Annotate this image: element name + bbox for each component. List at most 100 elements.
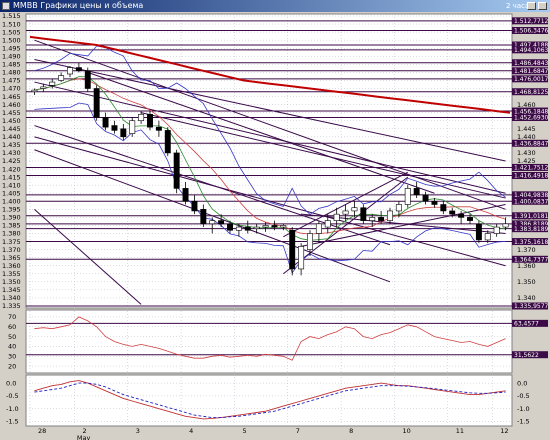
price-tick-label: 1.420 xyxy=(2,165,21,173)
rsi-tick-label: 70 xyxy=(8,313,16,321)
price-tick-label: 1.460 xyxy=(2,101,21,109)
price-tick-label: 1.350 xyxy=(2,278,21,286)
price-tick-label: 1.480 xyxy=(2,69,21,77)
candle-body xyxy=(395,204,402,212)
level-tag: 1.494,1063 xyxy=(514,47,549,54)
candle-body xyxy=(467,217,473,221)
level-tag: 1.400,0837 xyxy=(514,198,549,205)
level-tag: 1.512,7712 xyxy=(514,18,549,25)
candle-body xyxy=(218,220,225,225)
candle-body xyxy=(307,233,313,250)
price-tick-label: 1.475 xyxy=(2,77,21,85)
candle-body xyxy=(200,209,207,225)
candle-body xyxy=(404,188,411,205)
price-tick-label: 1.425 xyxy=(2,157,21,165)
macd-right-tick-label: -1.5 xyxy=(517,418,530,426)
month-label: May xyxy=(77,434,91,440)
candle-body xyxy=(449,210,456,215)
macd-panel[interactable] xyxy=(25,374,513,427)
level-tag: 1.335,9577 xyxy=(514,303,549,310)
chart-window: MMBB Графики цены и объема 2 часа 1.515 1… xyxy=(0,0,550,440)
candle-body xyxy=(298,246,305,270)
level-tag: 1.452,6930 xyxy=(514,115,549,122)
price-tick-label: 1.495 xyxy=(2,44,21,52)
rsi-tick-label: 60 xyxy=(8,323,16,331)
x-tick-label: 7 xyxy=(296,427,300,435)
price-tick-label: 1.390 xyxy=(2,214,21,222)
price-tick-label: 1.505 xyxy=(2,28,21,36)
candle-body xyxy=(235,226,242,231)
rsi-panel[interactable] xyxy=(25,309,513,374)
price-tick-label: 1.440 xyxy=(2,133,21,141)
macd-right-tick-label: 0.0 xyxy=(517,379,527,387)
x-tick-label: 10 xyxy=(402,427,410,435)
candle-body xyxy=(387,210,393,221)
level-tag: 1.375,1618 xyxy=(514,239,549,246)
candle-body xyxy=(58,75,65,81)
x-tick-label: 8 xyxy=(349,427,353,435)
rsi-tick-label: 40 xyxy=(8,343,16,351)
minimize-icon[interactable] xyxy=(527,2,536,10)
price-tick-label: 1.485 xyxy=(2,61,21,69)
candle-body xyxy=(315,223,322,234)
rsi-tick-label: 50 xyxy=(8,333,16,341)
candle-body xyxy=(458,213,465,218)
candle-body xyxy=(49,81,56,86)
price-right-tick-label: 1.350 xyxy=(517,278,536,286)
candle-body xyxy=(342,210,349,215)
candle-body xyxy=(209,220,216,225)
candle-body xyxy=(182,188,189,202)
timeframe-label[interactable]: 2 часа xyxy=(506,0,529,12)
candle-body xyxy=(262,225,269,228)
macd-tick-label: -1.0 xyxy=(6,405,19,413)
candle-body xyxy=(164,130,171,154)
price-tick-label: 1.345 xyxy=(2,286,21,294)
candle-body xyxy=(360,207,367,221)
candle-body xyxy=(129,120,136,134)
price-right-tick-label: 1.370 xyxy=(517,246,536,254)
candle-body xyxy=(324,220,331,228)
level-tag: 1.468,8125 xyxy=(514,89,549,96)
price-right-tick-label: 1.340 xyxy=(517,294,536,302)
price-tick-label: 1.340 xyxy=(2,294,21,302)
candle-body xyxy=(40,86,47,89)
candle-body xyxy=(271,225,278,228)
window-title: MMBB Графики цены и объема xyxy=(13,1,144,10)
level-tag: 1.476,0017 xyxy=(514,76,549,83)
macd-right-tick-label: -0.5 xyxy=(517,392,530,400)
price-tick-label: 1.445 xyxy=(2,125,21,133)
candle-body xyxy=(147,113,153,128)
candle-body xyxy=(31,89,38,93)
price-tick-label: 1.410 xyxy=(2,181,21,189)
candle-body xyxy=(280,225,287,228)
price-tick-label: 1.360 xyxy=(2,262,21,270)
candle-body xyxy=(431,200,438,205)
candle-body xyxy=(493,226,500,234)
level-tag: 1.506,3476 xyxy=(514,28,549,35)
title-bar[interactable]: MMBB Графики цены и объема 2 часа xyxy=(0,0,550,12)
close-icon[interactable] xyxy=(538,2,547,10)
level-tag: 1.486,4843 xyxy=(514,60,549,67)
level-tag: 1.364,7377 xyxy=(514,256,549,263)
price-tick-label: 1.370 xyxy=(2,246,21,254)
price-tick-label: 1.465 xyxy=(2,93,21,101)
candle-body xyxy=(120,128,127,138)
price-tick-label: 1.385 xyxy=(2,222,21,230)
level-tag: 1.436,8847 xyxy=(514,140,549,147)
candle-body xyxy=(227,223,233,231)
candle-body xyxy=(155,126,162,131)
chart-canvas[interactable]: 1.5151.5101.5051.5001.4951.4901.4851.480… xyxy=(0,12,550,440)
rsi-level-tag: 63,4577 xyxy=(514,321,539,328)
candle-body xyxy=(173,152,180,189)
price-tick-label: 1.335 xyxy=(2,302,21,310)
price-tick-label: 1.355 xyxy=(2,270,21,278)
candle-body xyxy=(244,226,251,231)
x-tick-label: 12 xyxy=(500,427,508,435)
candle-body xyxy=(333,213,340,221)
candle-body xyxy=(67,67,73,75)
x-tick-label: 4 xyxy=(189,427,193,435)
price-tick-label: 1.470 xyxy=(2,85,21,93)
rsi-level-tag: 31,5622 xyxy=(514,352,539,359)
rsi-tick-label: 20 xyxy=(8,362,16,370)
level-tag: 1.416,4918 xyxy=(514,173,549,180)
